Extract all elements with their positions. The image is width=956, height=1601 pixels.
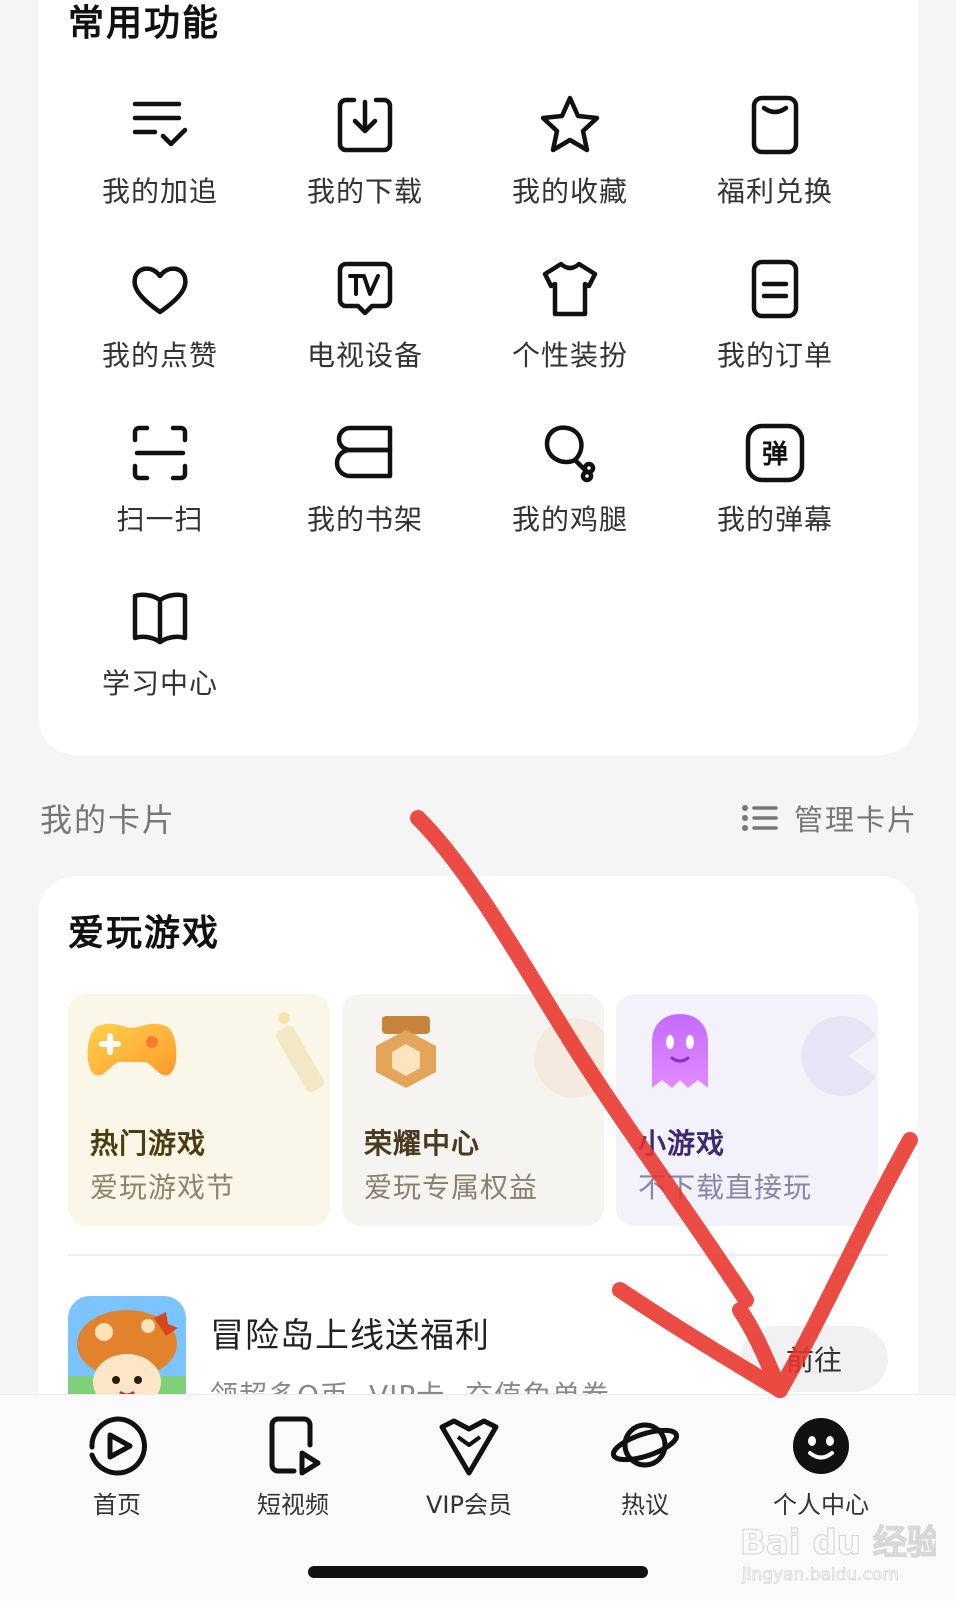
- func-item-orders[interactable]: 我的订单: [675, 256, 875, 396]
- nav-vip-label: VIP会员: [426, 1491, 512, 1519]
- func-item-label: 我的书架: [306, 503, 423, 536]
- svg-text:弹: 弹: [762, 440, 788, 470]
- func-item-label: 我的下载: [306, 175, 423, 208]
- game-tile-subtitle: 爱玩专属权益: [364, 1171, 539, 1204]
- list-check-icon: [132, 101, 188, 147]
- func-item-label: 电视设备: [306, 339, 423, 372]
- my-cards-header: 我的卡片 管理卡片: [40, 795, 918, 839]
- func-item-likes[interactable]: 我的点赞: [60, 256, 260, 396]
- games-title: 爱玩游戏: [68, 913, 221, 954]
- game-tile-title: 小游戏: [638, 1127, 726, 1160]
- nav-home-label: 首页: [93, 1491, 141, 1519]
- func-item-label: 我的点赞: [101, 339, 218, 372]
- game-tile-hot[interactable]: 热门游戏 爱玩游戏节: [68, 994, 330, 1226]
- games-divider: [68, 1254, 888, 1256]
- watermark-url: jingyan.baidu.com: [741, 1565, 899, 1585]
- game-tile-subtitle: 爱玩游戏节: [90, 1171, 236, 1204]
- func-item-label: 我的弹幕: [716, 503, 833, 536]
- func-item-welfare[interactable]: 福利兑换: [675, 92, 875, 232]
- nav-profile[interactable]: 个人中心: [731, 1415, 911, 1525]
- nav-hot-discuss[interactable]: 热议: [555, 1415, 735, 1525]
- play-icon: [89, 1416, 147, 1476]
- order-icon: [751, 259, 799, 319]
- nav-short-video[interactable]: 短视频: [203, 1415, 383, 1525]
- profile-face-icon: [793, 1418, 849, 1474]
- drumstick-icon: [544, 425, 596, 483]
- common-functions-title: 常用功能: [68, 3, 221, 44]
- home-indicator[interactable]: [308, 1566, 648, 1578]
- func-item-label: 我的加追: [101, 175, 218, 208]
- nav-short-video-label: 短视频: [257, 1491, 329, 1519]
- decor-medal-ghost: [534, 1018, 604, 1098]
- func-item-drumstick[interactable]: 我的鸡腿: [470, 420, 670, 560]
- download-icon: [337, 97, 393, 153]
- manage-cards-label: 管理卡片: [793, 803, 918, 837]
- func-item-follow[interactable]: 我的加追: [60, 92, 260, 232]
- short-video-icon: [269, 1416, 321, 1476]
- func-item-scan[interactable]: 扫一扫: [60, 420, 260, 560]
- func-item-danmaku[interactable]: 弹 我的弹幕: [675, 420, 875, 560]
- gamepad-icon: [87, 1023, 177, 1076]
- common-functions-card: 常用功能 我的加追 我的下载 我的收藏 福利兑换 我的点赞 电视设备 个性装扮 …: [38, 0, 918, 755]
- gift-card-icon: [751, 95, 799, 155]
- vip-crown-icon: [439, 1418, 499, 1476]
- promo-go-button[interactable]: 前往: [740, 1326, 888, 1392]
- game-tile-honor[interactable]: 荣耀中心 爱玩专属权益: [342, 994, 604, 1226]
- book-icon: [132, 592, 188, 645]
- func-item-dress-up[interactable]: 个性装扮: [470, 256, 670, 396]
- heart-icon: [132, 266, 188, 315]
- my-cards-title: 我的卡片: [40, 801, 177, 839]
- func-item-label: 我的订单: [716, 339, 833, 372]
- ghost-icon: [652, 1014, 708, 1088]
- func-item-label: 我的鸡腿: [511, 503, 628, 536]
- manage-cards-button[interactable]: 管理卡片: [741, 797, 918, 839]
- nav-profile-label: 个人中心: [773, 1491, 869, 1519]
- watermark-brand: Bai du 经验: [740, 1523, 936, 1563]
- func-item-label: 学习中心: [101, 667, 218, 700]
- list-icon: [741, 805, 778, 831]
- games-card: 爱玩游戏 热门游戏 爱玩游戏节 荣耀中心 爱玩专属权益 小游戏 不下载直接玩 冒…: [38, 876, 918, 1436]
- medal-icon: [376, 1016, 436, 1088]
- baidu-jingyan-watermark: Bai du 经验 jingyan.baidu.com: [739, 1522, 936, 1585]
- func-item-label: 扫一扫: [116, 503, 204, 536]
- promo-title: 冒险岛上线送福利: [210, 1316, 490, 1356]
- func-item-tv-devices[interactable]: 电视设备: [265, 256, 465, 396]
- star-icon: [540, 95, 600, 153]
- func-item-label: 福利兑换: [716, 175, 833, 208]
- game-tile-title: 热门游戏: [90, 1127, 207, 1160]
- func-item-label: 我的收藏: [511, 175, 628, 208]
- decor-pacman: [801, 1016, 876, 1096]
- func-item-study-center[interactable]: 学习中心: [60, 584, 260, 724]
- decor-sparkle: [276, 1012, 324, 1093]
- danmaku-icon: 弹: [745, 423, 805, 483]
- nav-home[interactable]: 首页: [27, 1415, 207, 1525]
- shirt-icon: [542, 261, 598, 317]
- func-item-download[interactable]: 我的下载: [265, 92, 465, 232]
- func-item-label: 个性装扮: [511, 339, 628, 372]
- nav-hot-discuss-label: 热议: [621, 1491, 669, 1519]
- bookshelf-icon: [334, 425, 393, 479]
- tv-icon: [337, 261, 393, 316]
- func-item-bookshelf[interactable]: 我的书架: [265, 420, 465, 560]
- nav-vip[interactable]: VIP会员: [379, 1415, 559, 1525]
- game-tile-mini[interactable]: 小游戏 不下载直接玩: [616, 994, 878, 1226]
- func-item-favorites[interactable]: 我的收藏: [470, 92, 670, 232]
- game-tile-subtitle: 不下载直接玩: [638, 1171, 813, 1204]
- game-tile-title: 荣耀中心: [364, 1127, 481, 1160]
- planet-icon: [610, 1422, 680, 1468]
- scan-icon: [132, 425, 188, 481]
